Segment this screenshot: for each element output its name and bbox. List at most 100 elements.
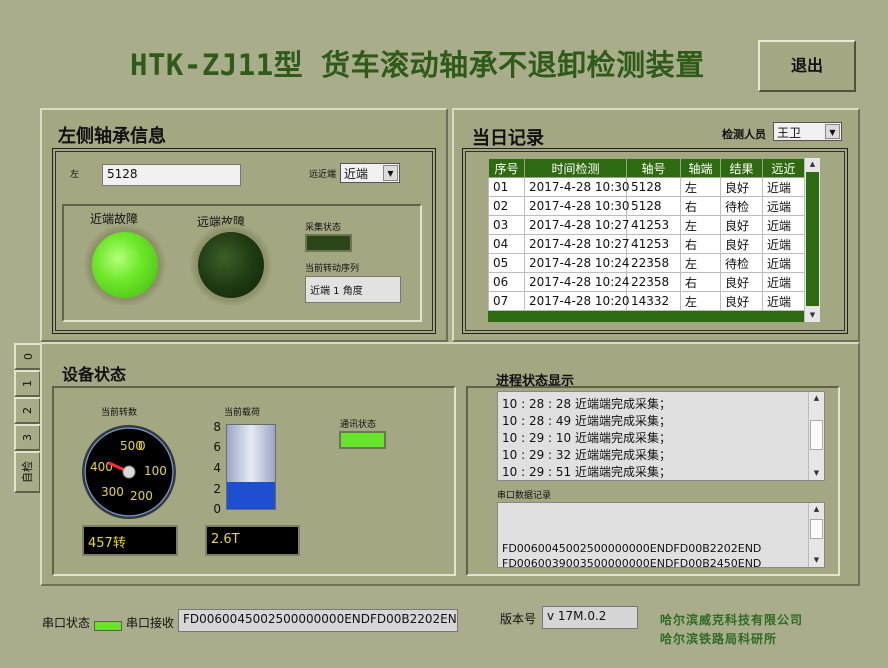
table-cell: 02 <box>488 196 525 216</box>
app-title: HTK-ZJ11型 货车滚动轴承不退卸检测装置 <box>130 48 705 82</box>
inspector-label: 检测人员 <box>722 128 766 141</box>
speed-value-display: 457转 <box>82 525 178 556</box>
tab-label: 2 <box>21 407 34 414</box>
version-field: v 17M.0.2 <box>542 606 638 629</box>
tab-label: 1 <box>21 380 34 387</box>
near-far-label: 远近端 <box>309 170 337 180</box>
chevron-down-icon: ▼ <box>383 165 398 181</box>
table-row[interactable]: 05 2017-4-28 10:24 22358 左待检 近端 <box>488 253 805 273</box>
scroll-thumb[interactable] <box>806 172 819 306</box>
near-far-value: 近端 <box>344 167 369 181</box>
rotation-seq-field: 近端 1 角度 <box>305 276 401 303</box>
tab-4[interactable]: 自检 <box>14 451 41 493</box>
column-header: 时间检测 <box>524 158 627 178</box>
table-cell: 07 <box>488 291 525 311</box>
column-header: 轴号 <box>626 158 681 178</box>
log-line: 10 : 29 : 32 近端端完成采集； <box>502 448 671 462</box>
table-cell: 近端 <box>762 234 805 254</box>
load-tick-6: 6 <box>213 440 221 454</box>
gauge-hub <box>122 465 136 479</box>
table-cell: 41253 <box>626 234 681 254</box>
left-bearing-title: 左侧轴承信息 <box>58 126 166 147</box>
table-cell: 41253 <box>626 215 681 235</box>
serial-log[interactable]: FD0060045002500000000ENDFD00B2202END FD00… <box>497 502 825 568</box>
table-cell: 良好 <box>720 291 763 311</box>
table-cell: 01 <box>488 177 525 197</box>
load-tick-2: 2 <box>213 482 221 496</box>
tab-1[interactable]: 1 <box>14 370 41 397</box>
gauge-tick-300: 300 <box>101 485 124 499</box>
scroll-thumb[interactable] <box>810 519 823 539</box>
tab-3[interactable]: 3 <box>14 424 41 451</box>
log-line: 10 : 28 : 49 近端端完成采集； <box>502 414 671 428</box>
log-line: 10 : 29 : 10 近端端完成采集； <box>502 431 671 445</box>
side-label: 左 <box>70 170 80 180</box>
table-cell: 2017-4-28 10:30 <box>524 196 630 216</box>
scroll-up-icon[interactable]: ▲ <box>809 392 824 405</box>
column-header: 远近 <box>762 158 805 178</box>
load-tick-4: 4 <box>213 461 221 475</box>
inspector-select[interactable]: 王卫 ▼ <box>773 122 842 141</box>
table-cell: 5128 <box>626 177 681 197</box>
process-log[interactable]: 10 : 28 : 28 近端端完成采集； 10 : 28 : 49 近端端完成采… <box>497 391 825 481</box>
scroll-down-icon[interactable]: ▼ <box>809 554 824 567</box>
table-cell: 2017-4-28 10:20 <box>524 291 630 311</box>
exit-button[interactable]: 退出 <box>758 40 856 92</box>
serial-status-led <box>94 621 122 631</box>
load-scale: 8 6 4 2 0 <box>207 420 221 516</box>
company-name-2: 哈尔滨铁路局科研所 <box>660 632 778 646</box>
table-cell: 近端 <box>762 291 805 311</box>
scroll-up-icon[interactable]: ▲ <box>809 503 824 516</box>
column-header: 轴端 <box>680 158 721 178</box>
table-cell: 近端 <box>762 253 805 273</box>
scroll-down-icon[interactable]: ▼ <box>805 309 820 322</box>
table-cell: 良好 <box>720 215 763 235</box>
table-cell: 2017-4-28 10:30 <box>524 177 630 197</box>
scroll-thumb[interactable] <box>810 420 823 450</box>
comm-status-led <box>339 431 386 449</box>
load-value-display: 2.6T <box>205 525 300 556</box>
record-scrollbar[interactable]: ▲ ▼ <box>804 158 820 322</box>
table-cell: 2017-4-28 10:24 <box>524 253 630 273</box>
table-row[interactable]: 06 2017-4-28 10:24 22358 右良好 近端 <box>488 272 805 292</box>
process-title: 进程状态显示 <box>496 374 575 389</box>
process-scrollbar[interactable]: ▲ ▼ <box>808 392 824 480</box>
table-cell: 近端 <box>762 215 805 235</box>
table-cell: 2017-4-28 10:27 <box>524 215 630 235</box>
table-cell: 14332 <box>626 291 681 311</box>
scroll-up-icon[interactable]: ▲ <box>805 158 820 171</box>
table-cell: 04 <box>488 234 525 254</box>
tab-label: 3 <box>21 434 34 441</box>
serial-recv-field: FD0060045002500000000ENDFD00B2202EN <box>178 609 458 632</box>
table-cell: 5128 <box>626 196 681 216</box>
serial-line: FD0060039003500000000ENDFD00B2450END <box>502 557 762 568</box>
table-cell: 右 <box>680 234 721 254</box>
gauge-tick-0: 0 <box>138 439 146 453</box>
tab-0[interactable]: 0 <box>14 343 43 370</box>
version-label: 版本号 <box>500 612 537 626</box>
collect-status-label: 采集状态 <box>305 223 342 233</box>
comm-status-label: 通讯状态 <box>340 420 377 430</box>
table-row[interactable]: 01 2017-4-28 10:30 5128 左良好 近端 <box>488 177 805 197</box>
tab-2[interactable]: 2 <box>14 397 41 424</box>
speed-label: 当前转数 <box>101 408 138 418</box>
table-cell: 良好 <box>720 272 763 292</box>
table-cell: 03 <box>488 215 525 235</box>
table-row[interactable]: 07 2017-4-28 10:20 14332 左良好 近端 <box>488 291 805 311</box>
table-row[interactable]: 02 2017-4-28 10:30 5128 右待检 远端 <box>488 196 805 216</box>
scroll-down-icon[interactable]: ▼ <box>809 467 824 480</box>
table-cell: 待检 <box>720 196 763 216</box>
table-row[interactable]: 04 2017-4-28 10:27 41253 右良好 近端 <box>488 234 805 254</box>
axle-number-field[interactable]: 5128 <box>102 164 241 186</box>
table-row[interactable]: 03 2017-4-28 10:27 41253 左良好 近端 <box>488 215 805 235</box>
serial-line: FD0060045002500000000ENDFD00B2202END <box>502 542 762 555</box>
far-fault-led <box>198 232 264 298</box>
serial-log-label: 串口数据记录 <box>497 491 552 501</box>
load-fill <box>227 481 275 509</box>
table-cell: 06 <box>488 272 525 292</box>
speed-gauge: 500 0 400 100 300 200 <box>82 425 176 519</box>
near-fault-led <box>92 232 158 298</box>
serial-scrollbar[interactable]: ▲ ▼ <box>808 503 824 567</box>
near-far-select[interactable]: 近端 ▼ <box>340 163 400 183</box>
record-table-wrap: 序号 时间检测 轴号 轴端 结果 远近 01 2017-4-28 10:30 5128 左良好近… <box>488 158 820 322</box>
